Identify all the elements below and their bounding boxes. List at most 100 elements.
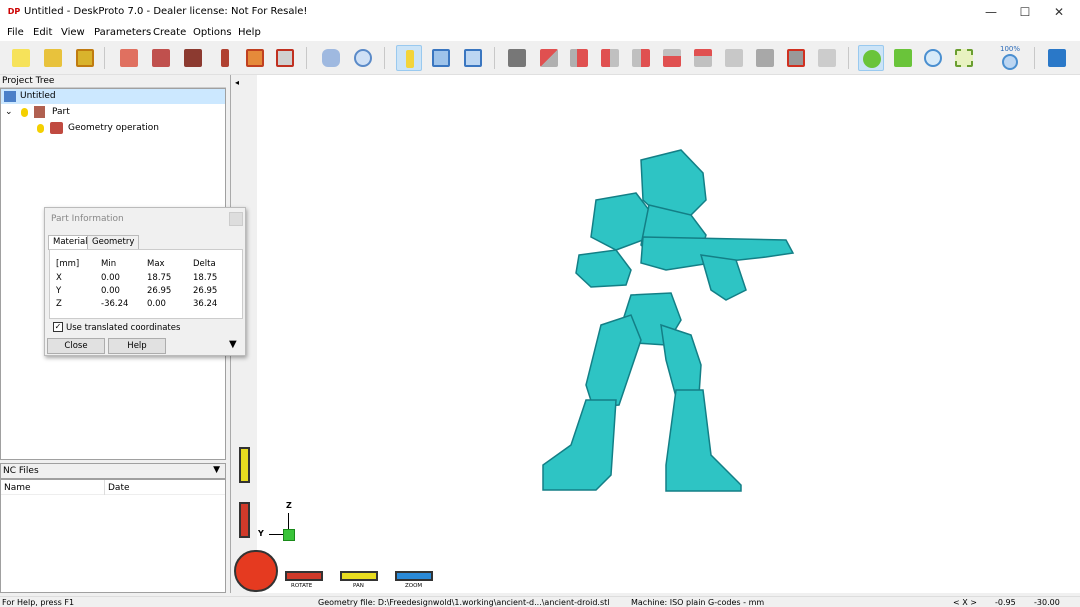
tree-item-operation-label: Geometry operation [68,123,159,133]
column-date[interactable]: Date [108,483,130,493]
column-name[interactable]: Name [4,483,31,493]
menu-view[interactable]: View [61,27,85,38]
cube-right-icon [632,49,650,67]
dialog-help-button[interactable]: Help [108,338,166,354]
close-button[interactable]: ✕ [1042,0,1076,25]
cube-back-icon [663,49,681,67]
rotate-mode-button[interactable] [858,45,884,71]
help-book-button[interactable] [1044,45,1070,71]
droid-model[interactable] [531,145,801,495]
tab-material[interactable]: Material [48,235,93,250]
menu-file[interactable]: File [7,27,24,38]
zoom-slider[interactable] [239,502,250,538]
camera-view-button[interactable] [504,45,530,71]
col-unit: [mm] [56,259,80,269]
machine-params-button[interactable] [242,45,268,71]
document-icon [120,49,138,67]
view-top-button[interactable] [536,45,562,71]
project-params-button[interactable] [116,45,142,71]
part-params-button[interactable] [148,45,174,71]
rotate-label: ROTATE [291,583,313,589]
view-iso2-button[interactable] [752,45,778,71]
droid-arm-right [699,254,747,301]
d-icon [246,49,264,67]
pan-slider[interactable] [239,447,250,483]
open-project-button[interactable] [40,45,66,71]
reset-view-icon [787,49,805,67]
view-iso-button[interactable] [721,45,747,71]
zoom-window-button[interactable] [951,45,977,71]
layout-button[interactable] [428,45,454,71]
collapse-panel-icon[interactable]: ◂ [235,78,239,87]
row-z-axis: Z [56,299,62,309]
pan-bar[interactable] [340,571,378,581]
menu-create[interactable]: Create [153,27,186,38]
dialog-close-button[interactable] [229,212,243,226]
view-right-button[interactable] [628,45,654,71]
part-info-button[interactable] [396,45,422,71]
row-x-axis: X [56,273,62,283]
title-bar: DP Untitled - DeskProto 7.0 - Dealer lic… [0,0,1080,25]
part-icon [34,106,45,118]
camera-icon [508,49,526,67]
simulation-icon [322,49,340,67]
tool-params-button[interactable] [212,45,238,71]
lightbulb-icon[interactable] [21,108,28,117]
lightbulb-icon[interactable] [37,124,44,133]
status-coord-x: -0.95 [995,598,1016,607]
menu-help[interactable]: Help [238,27,261,38]
droid-leg-left-lower [542,399,617,491]
minimize-button[interactable]: — [974,0,1008,25]
view-bottom-button[interactable] [690,45,716,71]
status-bar: For Help, press F1 Geometry file: D:\Fre… [0,596,1080,607]
new-project-button[interactable] [8,45,34,71]
grid-icon [432,49,450,67]
menu-bar: File Edit View Parameters Create Options… [0,25,1080,41]
menu-options[interactable]: Options [193,27,232,38]
tree-item-operation[interactable]: Geometry operation [1,121,225,136]
project-icon [4,91,16,102]
star-icon [12,49,30,67]
nc-files-header: NC Files ▼ [0,463,226,479]
rotate-bar[interactable] [285,571,323,581]
menu-edit[interactable]: Edit [33,27,52,38]
zoom-bar[interactable] [395,571,433,581]
preview-button[interactable] [350,45,376,71]
info-icon [406,50,414,68]
zoom-mode-button[interactable] [920,45,946,71]
zoom-100-button[interactable]: 100% [998,45,1024,71]
tree-item-part[interactable]: ⌄ Part [1,105,225,120]
reset-view-button[interactable] [783,45,809,71]
export-button[interactable] [272,45,298,71]
maximize-button[interactable]: ☐ [1008,0,1042,25]
dialog-more-icon[interactable]: ▼ [229,339,237,350]
pan-mode-button[interactable] [890,45,916,71]
view-left-button[interactable] [597,45,623,71]
status-machine: Machine: ISO plain G-codes - mm [631,598,765,607]
operation-params-button[interactable] [180,45,206,71]
toolbar: 100% [0,41,1080,75]
dialog-close-button-text[interactable]: Close [47,338,105,354]
tree-item-part-label: Part [52,107,70,117]
tree-item-project[interactable]: Untitled [1,89,225,104]
previous-view-button[interactable] [814,45,840,71]
tab-geometry[interactable]: Geometry [87,235,140,249]
view-back-button[interactable] [659,45,685,71]
cube-iso-icon [725,49,743,67]
translated-coords-checkbox[interactable]: ✓ [53,322,63,332]
viewport-3d[interactable]: ◂ Z Y ROTATE PAN ZOOM [230,75,1080,593]
window-icon [464,49,482,67]
nc-files-dropdown-icon[interactable]: ▼ [213,465,220,475]
simulation-button[interactable] [318,45,344,71]
nc-files-list: Name Date [0,479,226,593]
view-front-button[interactable] [566,45,592,71]
save-project-button[interactable] [72,45,98,71]
menu-parameters[interactable]: Parameters [94,27,151,38]
row-y-max: 26.95 [147,286,172,296]
rotate-dial[interactable] [234,550,278,592]
expand-icon[interactable]: ⌄ [5,105,13,120]
window-button[interactable] [460,45,486,71]
export-icon [276,49,294,67]
translated-coords-label: Use translated coordinates [66,323,181,333]
row-y-axis: Y [56,286,62,296]
